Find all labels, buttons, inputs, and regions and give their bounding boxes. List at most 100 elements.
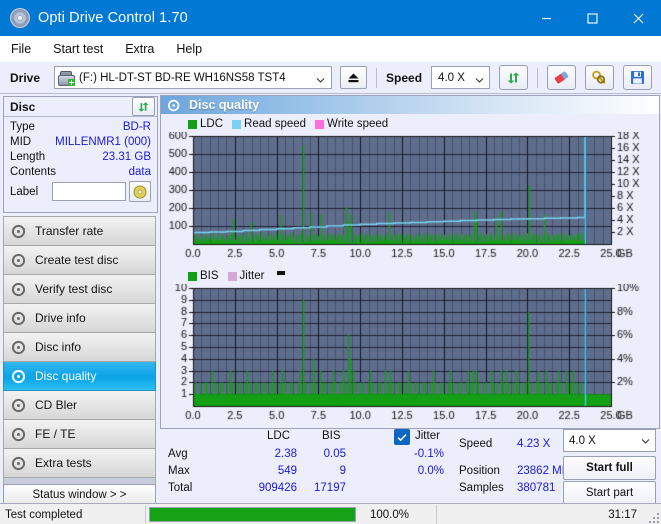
samples-stat-value: 380781 bbox=[517, 482, 555, 494]
erase-button[interactable] bbox=[547, 65, 576, 90]
save-button[interactable] bbox=[623, 65, 652, 90]
toolbar-divider-2 bbox=[537, 68, 538, 88]
toolbar-divider-1 bbox=[376, 68, 377, 88]
disc-icon bbox=[11, 398, 28, 413]
disc-icon bbox=[11, 224, 28, 239]
legend-label-ldc: LDC bbox=[200, 118, 223, 130]
close-icon[interactable] bbox=[615, 0, 661, 36]
disc-panel-title: Disc bbox=[10, 100, 35, 114]
save-icon bbox=[630, 70, 645, 85]
disc-label-row: Label bbox=[10, 181, 151, 202]
menu-help[interactable]: Help bbox=[165, 39, 213, 59]
eject-button[interactable] bbox=[340, 66, 367, 89]
menu-start-test[interactable]: Start test bbox=[42, 39, 114, 59]
disc-contents-label: Contents bbox=[10, 166, 56, 178]
tools-button[interactable] bbox=[585, 65, 614, 90]
bis-chart[interactable] bbox=[161, 284, 659, 424]
disc-refresh-button[interactable] bbox=[132, 97, 155, 116]
sidebar-item-label: Extra tests bbox=[35, 456, 92, 470]
sidebar-item-extra-tests[interactable]: Extra tests bbox=[3, 449, 156, 478]
disc-quality-panel: Disc quality LDC Read speed Write speed … bbox=[160, 95, 660, 429]
page-title: Disc quality bbox=[189, 98, 259, 112]
statistics-area: LDC BIS Jitter Avg Max Total 2.38 549 90… bbox=[162, 428, 656, 496]
sidebar-item-drive-info[interactable]: Drive info bbox=[3, 304, 156, 333]
chevron-down-icon bbox=[475, 73, 484, 87]
legend-label-write-speed: Write speed bbox=[327, 118, 388, 130]
disc-label-input[interactable] bbox=[52, 182, 126, 201]
bis-chart-canvas[interactable] bbox=[161, 284, 659, 424]
disc-icon bbox=[11, 456, 28, 471]
sidebar-item-disc-quality[interactable]: Disc quality bbox=[3, 362, 156, 391]
sidebar-item-label: Create test disc bbox=[35, 253, 118, 267]
disc-quality-icon bbox=[167, 99, 182, 112]
sidebar-item-cd-bler[interactable]: CD Bler bbox=[3, 391, 156, 420]
sidebar-item-fe-te[interactable]: FE / TE bbox=[3, 420, 156, 449]
resize-grip-icon[interactable] bbox=[647, 511, 659, 523]
refresh-icon bbox=[137, 101, 150, 113]
app-disc-icon bbox=[10, 8, 30, 28]
drive-icon bbox=[58, 71, 74, 85]
disc-icon bbox=[11, 282, 28, 297]
progress-cell: 100.0% bbox=[146, 505, 437, 524]
stats-row-avg: Avg bbox=[168, 448, 188, 460]
chevron-down-icon bbox=[641, 436, 650, 448]
ldc-avg-value: 2.38 bbox=[255, 448, 297, 460]
ldc-chart-canvas[interactable] bbox=[161, 132, 659, 262]
jitter-avg-value: -0.1% bbox=[402, 448, 444, 460]
test-nav: Transfer rate Create test disc Verify te… bbox=[3, 216, 156, 491]
status-window-button[interactable]: Status window > > bbox=[3, 484, 156, 505]
drive-select[interactable]: (F:) HL-DT-ST BD-RE WH16NS58 TST4 bbox=[54, 66, 332, 89]
test-speed-select[interactable]: 4.0 X bbox=[563, 429, 656, 452]
disc-mid-value: MILLENMR1 (000) bbox=[55, 136, 151, 148]
legend-label-read-speed: Read speed bbox=[244, 118, 306, 130]
position-stat-value: 23862 MB bbox=[517, 465, 569, 477]
disc-row-mid: MID MILLENMR1 (000) bbox=[10, 134, 151, 149]
disc-panel-header: Disc bbox=[4, 97, 157, 117]
refresh-button[interactable] bbox=[499, 65, 528, 90]
legend-swatch-read-speed bbox=[232, 120, 241, 129]
status-bar: Test completed 100.0% 31:17 bbox=[0, 503, 661, 524]
sidebar-item-label: Disc info bbox=[35, 340, 81, 354]
legend-label-jitter: Jitter bbox=[240, 270, 265, 282]
sidebar-item-label: FE / TE bbox=[35, 427, 75, 441]
tools-icon bbox=[591, 70, 608, 85]
bis-avg-value: 0.05 bbox=[304, 448, 346, 460]
jitter-checkbox[interactable] bbox=[394, 429, 410, 445]
window-controls bbox=[523, 0, 661, 36]
stats-header-bis: BIS bbox=[322, 430, 341, 442]
sidebar-item-transfer-rate[interactable]: Transfer rate bbox=[3, 216, 156, 246]
jitter-max-value: 0.0% bbox=[402, 465, 444, 477]
menu-extra[interactable]: Extra bbox=[114, 39, 165, 59]
window-title: Opti Drive Control 1.70 bbox=[38, 10, 188, 26]
disc-label-label: Label bbox=[10, 186, 52, 198]
speed-select[interactable]: 4.0 X bbox=[431, 66, 490, 89]
ldc-chart[interactable] bbox=[161, 132, 659, 262]
speed-label: Speed bbox=[386, 71, 422, 85]
sidebar-item-verify-test-disc[interactable]: Verify test disc bbox=[3, 275, 156, 304]
disc-type-value: BD-R bbox=[123, 121, 151, 133]
sidebar-item-create-test-disc[interactable]: Create test disc bbox=[3, 246, 156, 275]
refresh-icon bbox=[506, 71, 521, 85]
ldc-chart-legend: LDC Read speed Write speed bbox=[161, 117, 659, 131]
check-icon bbox=[397, 433, 407, 442]
start-part-button[interactable]: Start part bbox=[563, 481, 656, 505]
disc-length-value: 23.31 GB bbox=[102, 151, 151, 163]
sidebar-item-disc-info[interactable]: Disc info bbox=[3, 333, 156, 362]
minimize-icon[interactable] bbox=[523, 0, 569, 36]
app-window: Opti Drive Control 1.70 File Start test … bbox=[0, 0, 661, 524]
sidebar-item-label: Verify test disc bbox=[35, 282, 112, 296]
disc-label-button[interactable] bbox=[129, 181, 151, 202]
menu-bar: File Start test Extra Help bbox=[0, 36, 661, 63]
disc-type-label: Type bbox=[10, 121, 35, 133]
menu-file[interactable]: File bbox=[0, 39, 42, 59]
sidebar-item-label: Drive info bbox=[35, 311, 86, 325]
drive-select-value: (F:) HL-DT-ST BD-RE WH16NS58 TST4 bbox=[79, 72, 286, 84]
jitter-label: Jitter bbox=[415, 430, 440, 442]
maximize-icon[interactable] bbox=[569, 0, 615, 36]
speed-stat-label: Speed bbox=[459, 438, 492, 450]
title-bar: Opti Drive Control 1.70 bbox=[0, 0, 661, 36]
ldc-max-value: 549 bbox=[255, 465, 297, 477]
start-full-button[interactable]: Start full bbox=[563, 456, 656, 480]
position-stat-label: Position bbox=[459, 465, 500, 477]
drive-label: Drive bbox=[10, 71, 40, 85]
